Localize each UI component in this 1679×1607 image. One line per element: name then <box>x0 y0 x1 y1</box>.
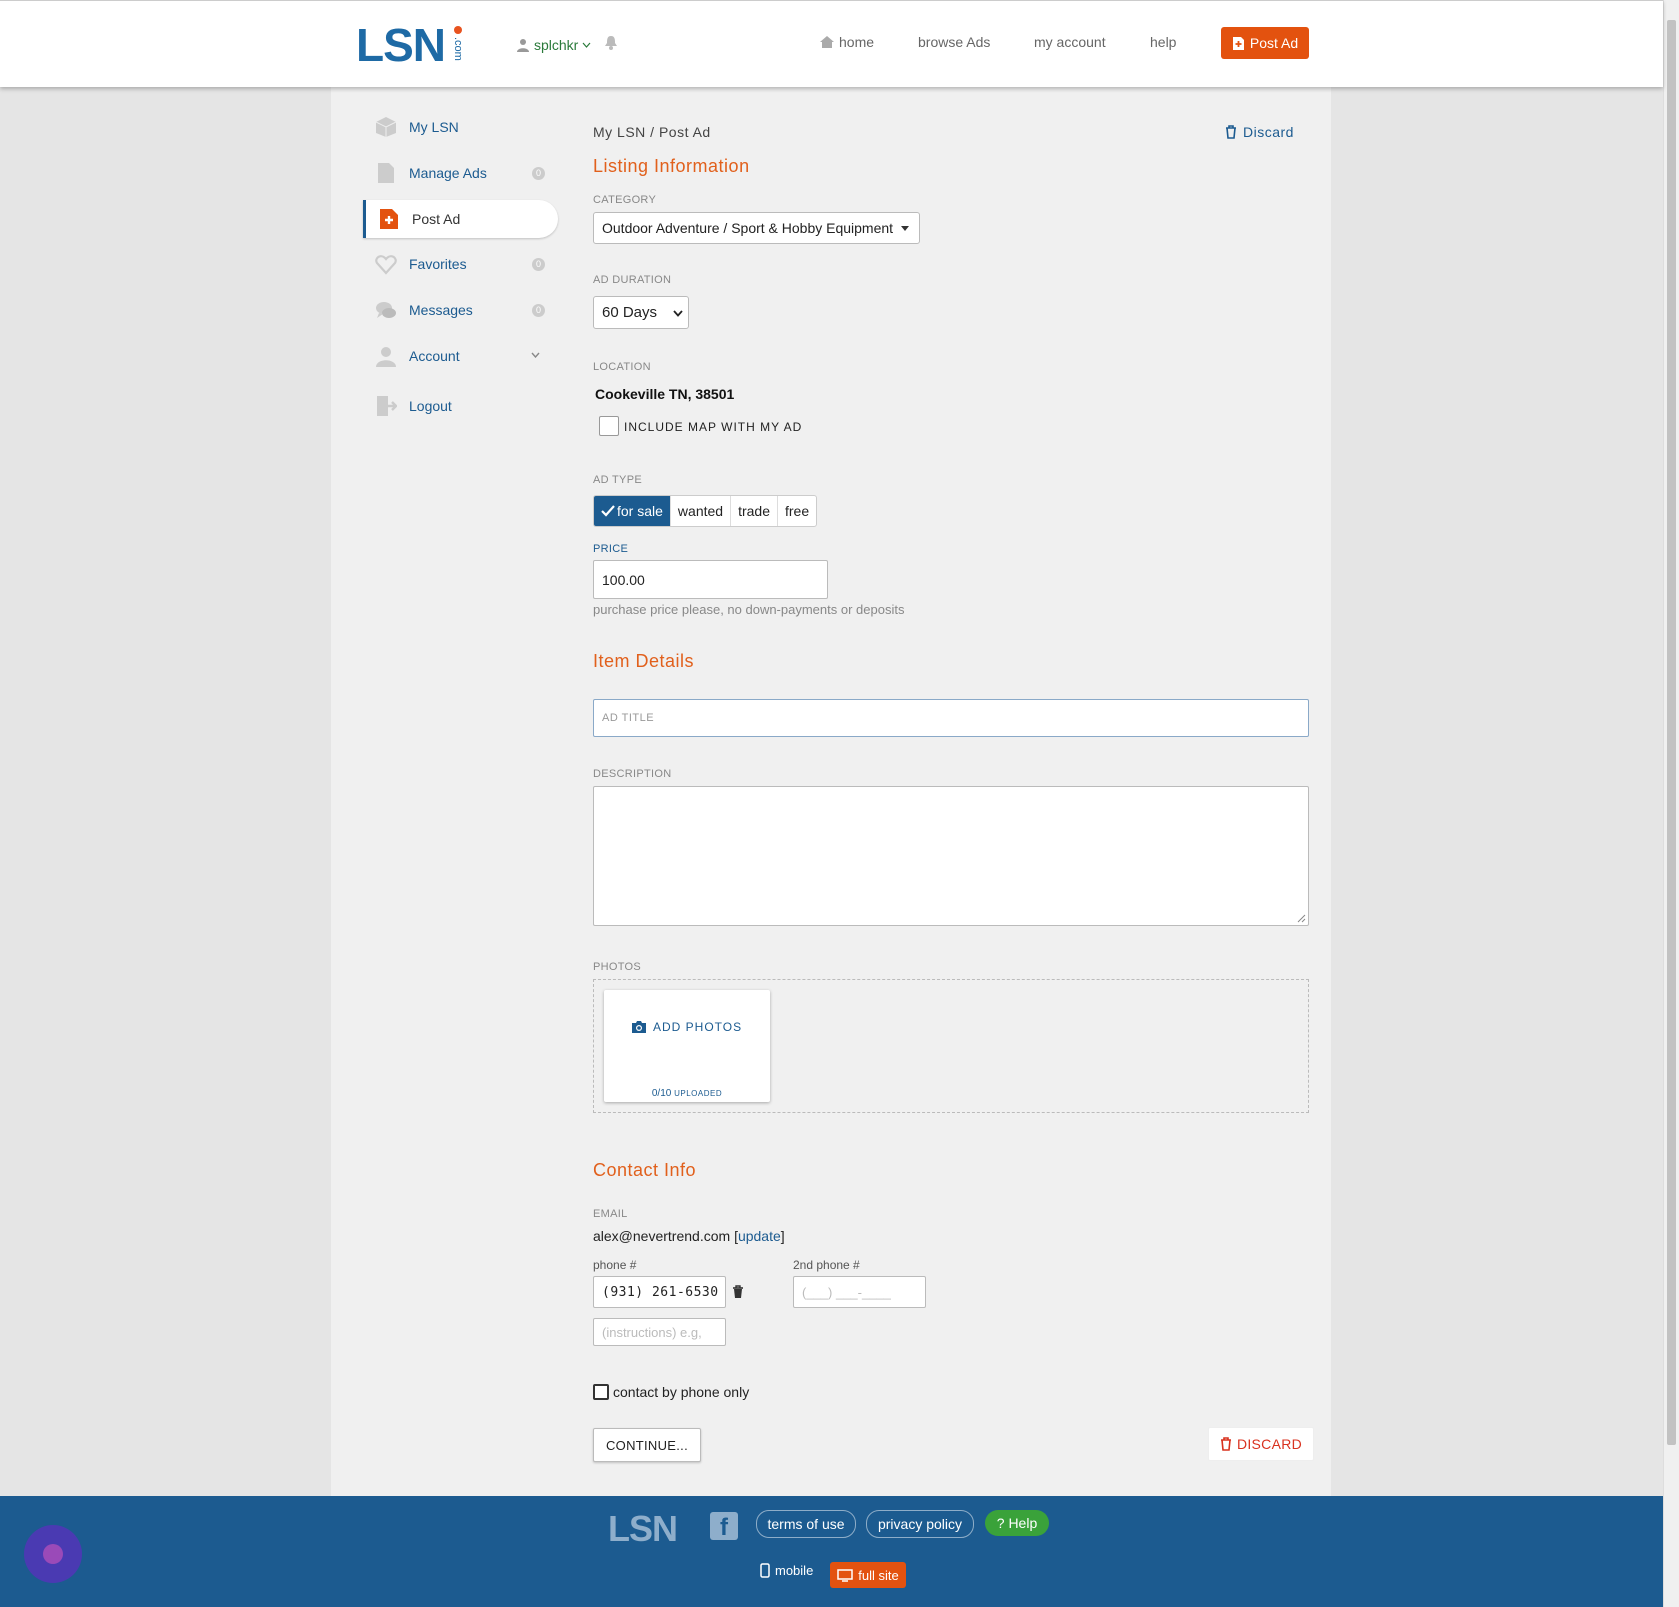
chevron-down-icon <box>531 352 540 358</box>
footer-logo[interactable]: LSN <box>608 1508 678 1550</box>
box-icon <box>375 117 397 137</box>
nav-my-account[interactable]: my account <box>1034 34 1106 50</box>
email-line: alex@nevertrend.com [update] <box>593 1228 785 1244</box>
help-button[interactable]: ? Help <box>985 1510 1049 1536</box>
favorites-count-badge: 0 <box>532 257 545 271</box>
logo-dot <box>454 26 462 34</box>
user-icon <box>517 39 529 52</box>
ad-type-label: AD TYPE <box>593 474 642 486</box>
post-ad-icon <box>1232 36 1244 50</box>
heart-icon <box>375 255 397 275</box>
caret-down-icon <box>901 226 909 231</box>
resize-handle-icon[interactable] <box>1297 914 1306 923</box>
trash-icon <box>1226 125 1236 139</box>
breadcrumb: My LSN / Post Ad <box>593 124 711 140</box>
trash-icon[interactable] <box>732 1285 744 1299</box>
phone-input[interactable]: (931) 261-6530 <box>593 1276 726 1308</box>
contact-info-heading: Contact Info <box>593 1160 697 1180</box>
continue-button[interactable]: CONTINUE... <box>593 1428 701 1462</box>
include-map-checkbox[interactable] <box>599 416 619 436</box>
sidebar-item-post-ad[interactable]: Post Ad <box>363 200 558 238</box>
add-photos-button[interactable]: ADD PHOTOS <box>631 1020 742 1034</box>
ad-title-input[interactable]: AD TITLE <box>593 699 1309 737</box>
ad-type-free[interactable]: free <box>778 496 816 526</box>
post-ad-button[interactable]: Post Ad <box>1221 27 1309 59</box>
logo-suffix: .com <box>452 37 464 61</box>
chevron-down-icon <box>673 310 683 317</box>
main-content: My LSN Manage Ads 0 Post Ad Favorites 0 … <box>331 86 1331 1496</box>
sidebar-item-account[interactable]: Account <box>331 337 556 375</box>
phone-instructions-input[interactable]: (instructions) e.g, <box>593 1318 726 1346</box>
ad-type-trade[interactable]: trade <box>731 496 778 526</box>
vertical-scrollbar[interactable] <box>1663 0 1679 1607</box>
category-select[interactable]: Outdoor Adventure / Sport & Hobby Equipm… <box>593 212 920 244</box>
scrollbar-thumb[interactable] <box>1667 20 1676 1445</box>
username: splchkr <box>534 37 579 53</box>
phone-label: phone # <box>593 1258 637 1272</box>
update-email-link[interactable]: update <box>738 1228 781 1244</box>
mobile-site-link[interactable]: mobile <box>760 1563 813 1578</box>
email-label: EMAIL <box>593 1208 628 1220</box>
sidebar-item-manage-ads[interactable]: Manage Ads 0 <box>331 154 556 192</box>
full-site-link[interactable]: full site <box>830 1562 906 1588</box>
sidebar-item-my-lsn[interactable]: My LSN <box>331 108 556 146</box>
description-label: DESCRIPTION <box>593 768 672 780</box>
add-photos-card[interactable]: ADD PHOTOS 0/10 UPLOADED <box>604 990 770 1102</box>
ad-duration-select[interactable]: 60 Days <box>593 296 689 329</box>
category-label: CATEGORY <box>593 194 657 206</box>
location-value: Cookeville TN, 38501 <box>595 386 735 402</box>
logout-icon <box>377 396 397 416</box>
sidebar-item-messages[interactable]: Messages 0 <box>331 291 556 329</box>
location-label: LOCATION <box>593 361 651 373</box>
discard-button[interactable]: DISCARD <box>1208 1427 1314 1461</box>
sidebar-item-favorites[interactable]: Favorites 0 <box>331 245 556 283</box>
document-icon <box>378 163 394 183</box>
nav-home[interactable]: home <box>819 34 874 50</box>
price-label: PRICE <box>593 543 629 555</box>
photos-label: PHOTOS <box>593 961 642 973</box>
contact-by-phone-only-label: contact by phone only <box>613 1384 750 1400</box>
discard-link[interactable]: Discard <box>1225 124 1294 140</box>
manage-ads-count-badge: 0 <box>532 166 545 180</box>
terms-of-use-link[interactable]: terms of use <box>756 1510 856 1538</box>
sidebar-item-logout[interactable]: Logout <box>331 387 556 425</box>
nav-browse-ads[interactable]: browse Ads <box>918 34 990 50</box>
contact-by-phone-only-checkbox[interactable] <box>593 1384 609 1400</box>
listing-information-heading: Listing Information <box>593 156 750 176</box>
user-menu[interactable]: splchkr <box>516 37 591 53</box>
monitor-icon <box>837 1568 854 1582</box>
price-input[interactable]: 100.00 <box>593 560 828 599</box>
lsn-logo[interactable]: LSN .com <box>356 22 464 68</box>
ad-type-toggle-group: for sale wanted trade free <box>593 495 818 527</box>
ad-type-wanted[interactable]: wanted <box>671 496 732 526</box>
email-value: alex@nevertrend.com <box>593 1228 731 1244</box>
messages-count-badge: 0 <box>532 303 545 317</box>
home-icon <box>820 36 834 48</box>
second-phone-label: 2nd phone # <box>793 1258 860 1272</box>
nav-help[interactable]: help <box>1150 34 1176 50</box>
chat-icon <box>376 302 396 318</box>
privacy-policy-link[interactable]: privacy policy <box>866 1510 974 1538</box>
trash-icon <box>1220 1437 1231 1451</box>
ad-duration-label: AD DURATION <box>593 274 672 286</box>
item-details-heading: Item Details <box>593 651 695 671</box>
person-icon <box>376 347 396 367</box>
second-phone-input[interactable]: (___) ___-____ <box>793 1276 926 1308</box>
chat-widget-dot <box>43 1544 63 1564</box>
description-textarea[interactable] <box>593 786 1309 926</box>
phone-icon <box>760 1563 770 1578</box>
top-navigation-bar: LSN .com splchkr home browse Ads my acco… <box>0 0 1663 87</box>
bell-icon[interactable] <box>604 35 618 51</box>
price-help-text: purchase price please, no down-payments … <box>593 602 905 617</box>
camera-icon <box>632 1021 646 1033</box>
ad-type-for-sale[interactable]: for sale <box>594 496 671 526</box>
chevron-down-icon <box>582 42 591 48</box>
include-map-label: INCLUDE MAP WITH MY AD <box>624 420 803 434</box>
chat-widget-button[interactable] <box>24 1525 82 1583</box>
post-ad-icon <box>380 209 398 229</box>
facebook-icon[interactable]: f <box>710 1512 738 1541</box>
photos-uploaded-count: 0/10 UPLOADED <box>651 1088 723 1099</box>
photos-dropzone[interactable]: ADD PHOTOS 0/10 UPLOADED <box>593 979 1309 1113</box>
checkmark-icon <box>601 505 615 517</box>
